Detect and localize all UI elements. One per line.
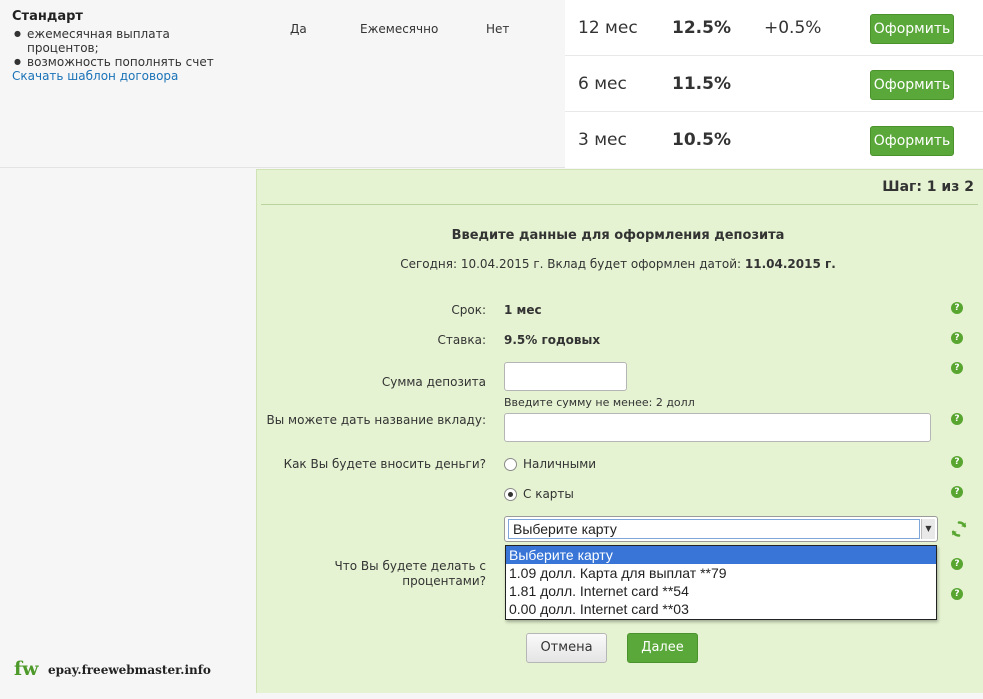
rate-value: 9.5% годовых: [504, 333, 601, 347]
help-icon[interactable]: ?: [951, 302, 963, 314]
help-icon[interactable]: ?: [951, 362, 963, 374]
cancel-button[interactable]: Отмена: [526, 633, 607, 663]
apply-button-6m[interactable]: Оформить: [870, 70, 954, 100]
rate-percent: 11.5%: [672, 74, 731, 94]
logo-text: epay.freewebmaster.info: [48, 663, 211, 677]
rate-row: 12 мес 12.5% +0.5% Оформить: [565, 0, 983, 56]
amount-input[interactable]: [504, 362, 627, 391]
today-label: Сегодня: 10.04.2015 г. Вклад будет оформ…: [400, 257, 742, 271]
interest-label: Что Вы будете делать с процентами?: [334, 559, 486, 588]
term-label: Срок:: [451, 303, 486, 317]
rate-term: 12 мес: [578, 18, 638, 38]
rate-percent: 12.5%: [672, 18, 731, 38]
refresh-icon[interactable]: [950, 520, 968, 538]
early-withdrawal-value: Нет: [486, 22, 510, 36]
product-row: Стандарт ежемесячная выплата процентов; …: [0, 0, 983, 168]
form-dates: Сегодня: 10.04.2015 г. Вклад будет оформ…: [257, 257, 979, 271]
amount-hint: Введите сумму не менее: 2 долл: [504, 396, 695, 409]
site-logo: fw epay.freewebmaster.info: [14, 658, 214, 680]
chevron-down-icon[interactable]: ▼: [921, 519, 935, 539]
deposit-name-label: Вы можете дать название вкладу:: [266, 413, 486, 427]
funding-card-radio[interactable]: [504, 488, 517, 501]
rate-row: 6 мес 11.5% Оформить: [565, 56, 983, 112]
funding-card-label[interactable]: С карты: [523, 487, 574, 501]
rate-label: Ставка:: [437, 333, 486, 347]
apply-button-3m[interactable]: Оформить: [870, 126, 954, 156]
product-title: Стандарт: [12, 9, 83, 24]
help-icon[interactable]: ?: [951, 413, 963, 425]
logo-mark: fw: [14, 658, 39, 680]
help-icon[interactable]: ?: [951, 456, 963, 468]
funding-label: Как Вы будете вносить деньги?: [283, 457, 486, 471]
card-option[interactable]: Выберите карту: [506, 546, 936, 564]
deposit-form-panel: Шаг: 1 из 2 Введите данные для оформлени…: [256, 169, 983, 693]
help-icon[interactable]: ?: [951, 558, 963, 570]
payout-value: Ежемесячно: [360, 22, 439, 36]
card-option[interactable]: 1.81 долл. Internet card **54: [506, 582, 936, 600]
feature-item: ежемесячная выплата процентов;: [12, 27, 242, 55]
replenish-value: Да: [290, 22, 307, 36]
form-title: Введите данные для оформления депозита: [451, 228, 785, 243]
download-contract-link[interactable]: Скачать шаблон договора: [12, 69, 242, 83]
rate-bonus: +0.5%: [764, 18, 822, 38]
help-icon[interactable]: ?: [951, 588, 963, 600]
deposit-name-input[interactable]: [504, 413, 931, 442]
rate-percent: 10.5%: [672, 130, 731, 150]
term-value: 1 мес: [504, 303, 542, 317]
next-button[interactable]: Далее: [627, 633, 698, 663]
step-indicator: Шаг: 1 из 2: [882, 179, 974, 195]
funding-cash-radio[interactable]: [504, 458, 517, 471]
card-select[interactable]: Выберите карту ▼: [504, 516, 938, 542]
apply-button-12m[interactable]: Оформить: [870, 14, 954, 44]
card-option[interactable]: 1.09 долл. Карта для выплат **79: [506, 564, 936, 582]
card-select-value[interactable]: Выберите карту: [508, 519, 920, 539]
card-option[interactable]: 0.00 долл. Internet card **03: [506, 600, 936, 618]
rate-term: 6 мес: [578, 74, 627, 94]
card-dropdown-list[interactable]: Выберите карту 1.09 долл. Карта для выпл…: [505, 545, 937, 620]
rates-table: 12 мес 12.5% +0.5% Оформить 6 мес 11.5% …: [565, 0, 983, 168]
funding-cash-label[interactable]: Наличными: [523, 457, 596, 471]
amount-label: Сумма депозита: [381, 375, 486, 389]
feature-list: ежемесячная выплата процентов; возможнос…: [12, 27, 242, 69]
panel-divider: [261, 204, 978, 205]
help-icon[interactable]: ?: [951, 332, 963, 344]
help-icon[interactable]: ?: [951, 486, 963, 498]
feature-item: возможность пополнять счет: [12, 55, 242, 69]
rate-row: 3 мес 10.5% Оформить: [565, 112, 983, 168]
issue-date: 11.04.2015 г.: [744, 257, 836, 271]
rate-term: 3 мес: [578, 130, 627, 150]
product-description: Стандарт ежемесячная выплата процентов; …: [12, 9, 242, 83]
